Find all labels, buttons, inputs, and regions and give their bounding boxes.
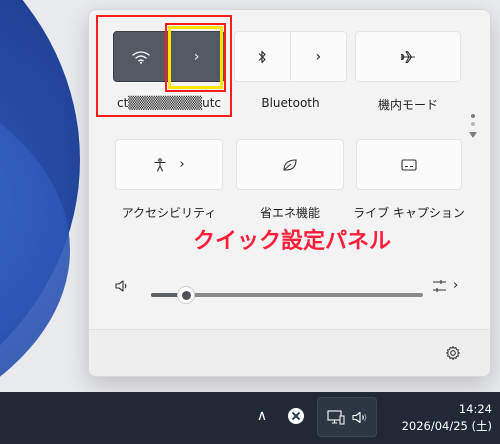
taskbar: ∧ 14:24 2026/04/25 (土) (0, 392, 500, 444)
accessibility-tile[interactable]: › (115, 139, 223, 190)
wifi-tile: › (113, 31, 225, 82)
captions-icon (401, 158, 417, 171)
quick-settings-tray-button[interactable] (317, 397, 377, 437)
chevron-right-icon: › (193, 48, 200, 65)
show-hidden-icons-button[interactable]: ∧ (252, 406, 272, 426)
wifi-toggle-button[interactable] (114, 32, 169, 81)
airplane-mode-label: 機内モード (377, 98, 438, 112)
airplane-mode-tile[interactable] (355, 31, 461, 82)
energy-saver-tile[interactable] (236, 139, 344, 190)
chevron-right-icon: › (179, 157, 185, 172)
bluetooth-tile: › (234, 31, 347, 82)
live-captions-tile[interactable] (356, 139, 462, 190)
chevron-up-icon: ∧ (256, 408, 268, 424)
energy-saver-label: 省エネ機能 (259, 206, 320, 220)
live-captions-label: ライブ キャプション (353, 206, 465, 220)
gear-icon[interactable] (445, 345, 461, 361)
annotation-label: クイック設定パネル (193, 229, 392, 254)
close-circle-icon (287, 407, 305, 425)
chevron-right-icon: › (315, 48, 322, 65)
speaker-icon[interactable] (115, 280, 129, 292)
scroll-down-icon (469, 132, 477, 138)
leaf-icon (282, 158, 298, 172)
page-dot (471, 114, 475, 118)
network-icon (327, 410, 345, 426)
panel-footer (89, 329, 490, 376)
quick-settings-panel: › ct▒▒▒▒▒▒▒▒utc › Bluetooth 機内モード › アクセシ… (88, 9, 491, 377)
airplane-icon (400, 50, 416, 64)
clock-date: 2026/04/25 (土) (401, 419, 492, 433)
bluetooth-label: Bluetooth (261, 96, 320, 110)
taskbar-clock[interactable]: 14:24 2026/04/25 (土) (402, 401, 492, 435)
clock-time: 14:24 (458, 402, 492, 416)
speaker-icon (352, 411, 368, 424)
page-indicator[interactable] (469, 114, 477, 138)
sound-output-icon[interactable] (432, 278, 452, 294)
accessibility-label: アクセシビリティ (121, 206, 217, 220)
page-dot (471, 122, 475, 126)
wifi-icon (132, 50, 150, 64)
chevron-right-icon[interactable]: › (453, 278, 458, 293)
bluetooth-expand-button[interactable]: › (291, 32, 347, 81)
bluetooth-icon (257, 50, 267, 64)
notification-button[interactable] (286, 406, 306, 426)
volume-slider-thumb[interactable] (177, 286, 196, 304)
bluetooth-toggle-button[interactable] (235, 32, 290, 81)
wifi-network-label: ct▒▒▒▒▒▒▒▒utc (116, 96, 222, 110)
accessibility-icon (153, 157, 167, 172)
volume-slider[interactable] (151, 286, 423, 304)
wifi-expand-button[interactable]: › (169, 32, 224, 81)
